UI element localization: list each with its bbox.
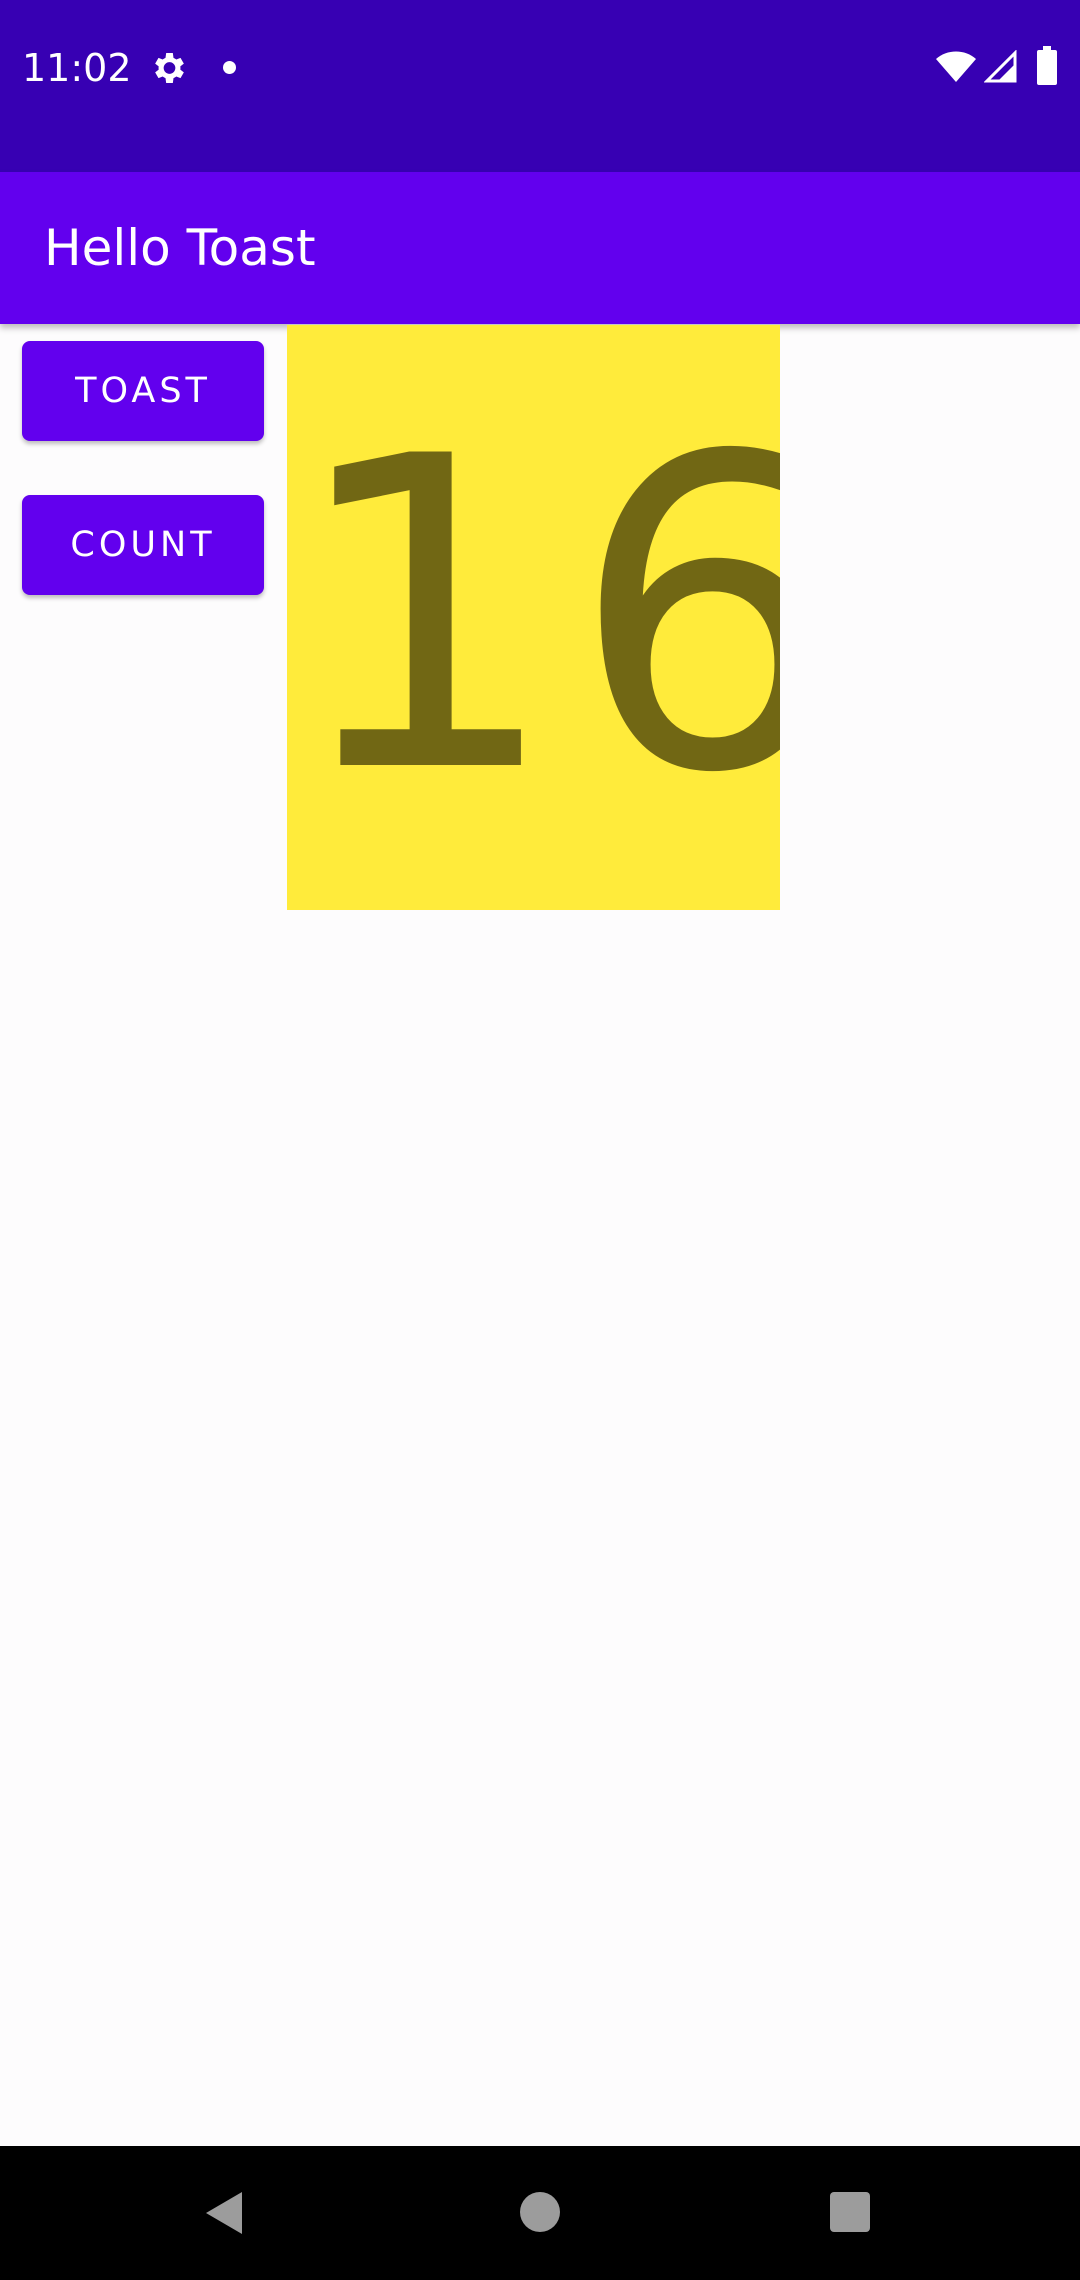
app-title: Hello Toast	[44, 219, 316, 277]
notification-dot-icon	[223, 61, 236, 74]
count-value: 16	[287, 367, 780, 867]
app-bar: Hello Toast	[0, 172, 1080, 324]
gear-icon	[155, 53, 184, 83]
navigation-bar	[0, 2146, 1080, 2280]
status-bar: 11:02	[0, 0, 1080, 172]
toast-button[interactable]: TOAST	[22, 341, 264, 441]
back-icon[interactable]	[202, 2190, 246, 2236]
battery-icon	[1037, 46, 1057, 85]
count-display: 16	[287, 325, 780, 910]
count-button[interactable]: COUNT	[22, 495, 264, 595]
recents-icon[interactable]	[830, 2192, 870, 2232]
wifi-icon	[936, 51, 976, 82]
signal-icon	[984, 50, 1017, 83]
home-icon[interactable]	[520, 2192, 560, 2232]
status-time: 11:02	[22, 46, 132, 90]
